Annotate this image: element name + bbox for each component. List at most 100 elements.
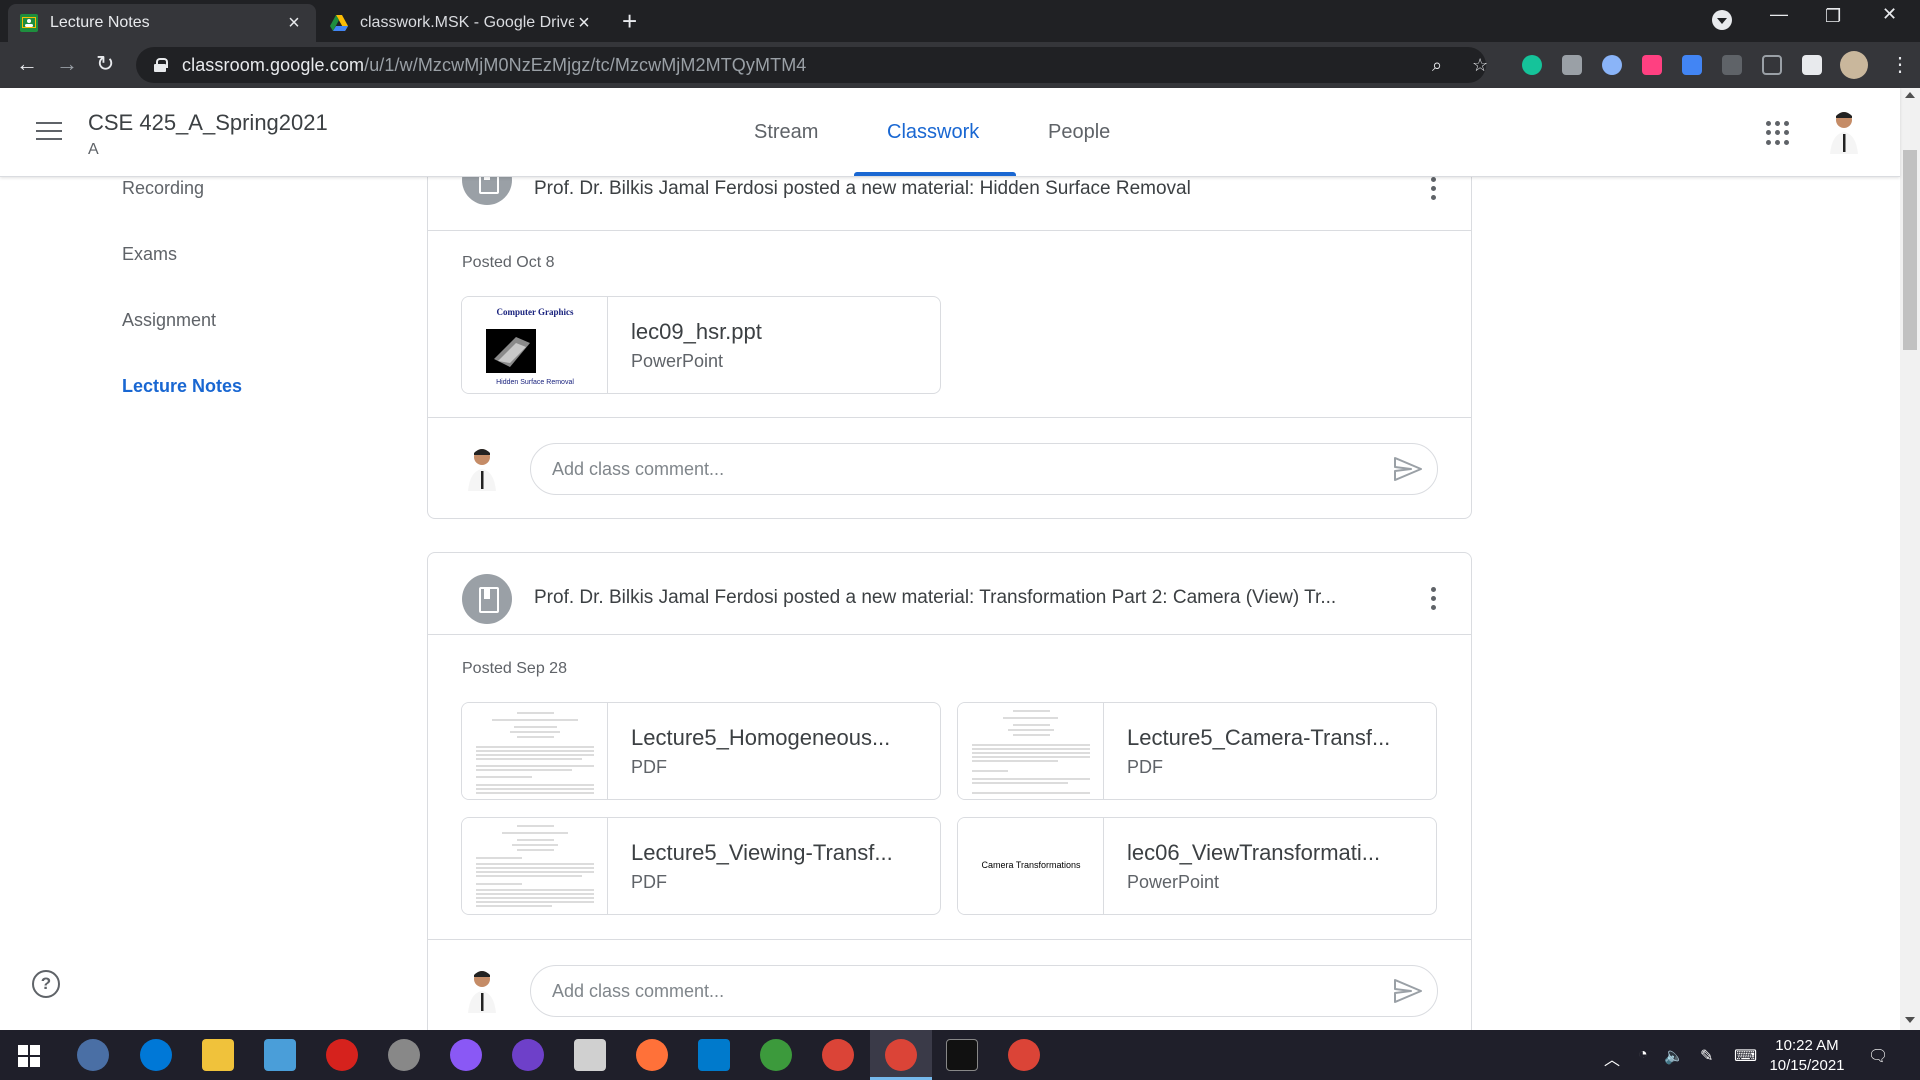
wifi-icon[interactable]: ◔ — [1638, 1046, 1648, 1064]
extension-icon[interactable] — [1602, 55, 1622, 75]
attachment-name: lec06_ViewTransformati... — [1127, 840, 1381, 865]
commenter-avatar — [468, 449, 496, 491]
attachment-card[interactable]: Lecture5_Homogeneous... PDF — [461, 702, 941, 800]
restore-icon[interactable]: ❐ — [1825, 6, 1841, 27]
sidebar-item-recording[interactable]: Recording — [122, 178, 204, 199]
close-tab-icon[interactable]: × — [284, 12, 304, 35]
grammarly-extension-icon[interactable] — [1522, 55, 1542, 75]
taskbar-clock[interactable]: 10:22 AM 10/15/2021 — [1762, 1036, 1852, 1076]
mail-icon[interactable] — [264, 1039, 296, 1071]
post-options-icon[interactable] — [1431, 177, 1437, 204]
url-text: classroom.google.com/u/1/w/MzcwMjM0NzEzM… — [182, 54, 807, 75]
sidebar-item-assignment[interactable]: Assignment — [122, 310, 216, 331]
attachment-name: Lecture5_Camera-Transf... — [1127, 725, 1391, 750]
sidebar-item-lecture-notes[interactable]: Lecture Notes — [122, 376, 242, 397]
attachment-type: PowerPoint — [631, 351, 724, 371]
play-extension-icon[interactable] — [1642, 55, 1662, 75]
app-icon[interactable] — [760, 1039, 792, 1071]
browser-tab-lecture-notes[interactable]: Lecture Notes × — [8, 4, 316, 42]
extension-icon[interactable] — [1722, 55, 1742, 75]
help-icon[interactable]: ? — [32, 970, 60, 998]
post-title[interactable]: Prof. Dr. Bilkis Jamal Ferdosi posted a … — [534, 178, 1434, 200]
account-avatar[interactable] — [1824, 108, 1864, 156]
class-comment-input[interactable] — [530, 443, 1438, 495]
screenshot-extension-icon[interactable] — [1562, 55, 1582, 75]
post-header[interactable]: Prof. Dr. Bilkis Jamal Ferdosi posted a … — [428, 553, 1471, 635]
class-comment-input[interactable] — [530, 965, 1438, 1017]
terminal-icon[interactable] — [946, 1039, 978, 1071]
minimize-icon[interactable]: — — [1770, 4, 1788, 25]
app-icon[interactable] — [574, 1039, 606, 1071]
course-title[interactable]: CSE 425_A_Spring2021 — [88, 110, 328, 136]
puzzle-extensions-icon[interactable] — [1802, 55, 1822, 75]
tab-search-icon[interactable] — [1712, 10, 1732, 30]
main-menu-icon[interactable] — [36, 122, 62, 146]
tab-title: classwork.MSK - Google Drive — [360, 14, 574, 31]
browser-tab-strip: Lecture Notes × classwork.MSK - Google D… — [0, 0, 1920, 42]
send-icon[interactable] — [1393, 456, 1423, 482]
tab-people[interactable]: People — [1048, 121, 1110, 144]
attachment-card[interactable]: Computer Graphics Hidden Surface Removal… — [461, 296, 941, 394]
app-icon[interactable] — [77, 1039, 109, 1071]
volume-icon[interactable]: 🔈 — [1664, 1046, 1684, 1066]
pdf-thumbnail — [462, 703, 608, 799]
close-window-icon[interactable]: ✕ — [1882, 4, 1897, 25]
thumbnail-image — [486, 329, 536, 373]
active-tab-indicator — [854, 172, 1016, 176]
attachment-card[interactable]: Camera Transformations lec06_ViewTransfo… — [957, 817, 1437, 915]
scroll-up-arrow-icon[interactable] — [1905, 92, 1915, 98]
attachment-name: lec09_hsr.ppt — [631, 319, 762, 344]
keyboard-icon[interactable]: ⌨ — [1734, 1046, 1757, 1066]
windows-start-icon[interactable] — [18, 1045, 40, 1067]
close-tab-icon[interactable]: × — [574, 12, 594, 35]
google-apps-icon[interactable] — [1766, 121, 1790, 145]
new-tab-icon[interactable]: + — [622, 6, 637, 37]
page-scrollbar-thumb[interactable] — [1903, 150, 1917, 350]
sidebar-item-exams[interactable]: Exams — [122, 244, 177, 265]
attachment-card[interactable]: Lecture5_Camera-Transf... PDF — [957, 702, 1437, 800]
notifications-icon[interactable]: 🗨 — [1868, 1046, 1888, 1066]
send-icon[interactable] — [1393, 978, 1423, 1004]
browser-tab-google-drive[interactable]: classwork.MSK - Google Drive × — [318, 4, 606, 42]
windows-taskbar: ︿ ◔ 🔈 ✎ ⌨ 10:22 AM 10/15/2021 🗨 — [0, 1030, 1920, 1080]
reload-icon[interactable]: ↻ — [96, 51, 114, 77]
attachment-type: PDF — [1127, 757, 1163, 777]
pen-icon[interactable]: ✎ — [1700, 1046, 1713, 1066]
opera-icon[interactable] — [326, 1039, 358, 1071]
bookmark-star-icon[interactable]: ☆ — [1472, 55, 1488, 76]
snipping-tool-icon[interactable] — [388, 1039, 420, 1071]
pen-extension-icon[interactable] — [1762, 55, 1782, 75]
back-icon[interactable]: ← — [16, 51, 38, 77]
thumbnail-caption: Hidden Surface Removal — [496, 379, 574, 386]
post-title[interactable]: Prof. Dr. Bilkis Jamal Ferdosi posted a … — [534, 587, 1434, 609]
firefox-icon[interactable] — [636, 1039, 668, 1071]
tab-classwork[interactable]: Classwork — [887, 121, 979, 144]
chrome-menu-icon[interactable]: ⋮ — [1890, 52, 1910, 77]
tab-stream[interactable]: Stream — [754, 121, 818, 144]
attachment-card[interactable]: Lecture5_Viewing-Transf... PDF — [461, 817, 941, 915]
messenger-icon[interactable] — [450, 1039, 482, 1071]
attachment-type: PDF — [631, 872, 667, 892]
material-icon — [462, 574, 512, 624]
browser-toolbar: ← → ↻ classroom.google.com/u/1/w/MzcwMjM… — [0, 42, 1920, 88]
show-hidden-icons-icon[interactable]: ︿ — [1604, 1046, 1620, 1070]
forward-icon[interactable]: → — [56, 51, 78, 77]
vscode-icon[interactable] — [698, 1039, 730, 1071]
edge-icon[interactable] — [140, 1039, 172, 1071]
address-bar[interactable]: classroom.google.com/u/1/w/MzcwMjM0NzEzM… — [136, 47, 1488, 83]
file-explorer-icon[interactable] — [202, 1039, 234, 1071]
chrome-canary-icon[interactable] — [1008, 1039, 1040, 1071]
github-icon[interactable] — [512, 1039, 544, 1071]
post-options-icon[interactable] — [1431, 587, 1437, 614]
scroll-down-arrow-icon[interactable] — [1905, 1017, 1915, 1023]
chrome-icon[interactable] — [885, 1039, 917, 1071]
profile-avatar[interactable] — [1840, 51, 1868, 79]
attachment-type: PowerPoint — [1127, 872, 1220, 892]
zoom-icon[interactable]: ⌕ — [1432, 55, 1442, 76]
download-extension-icon[interactable] — [1682, 55, 1702, 75]
divider — [428, 939, 1471, 940]
attachment-name: Lecture5_Homogeneous... — [631, 725, 891, 750]
chrome-icon[interactable] — [822, 1039, 854, 1071]
material-post-card: Prof. Dr. Bilkis Jamal Ferdosi posted a … — [427, 552, 1472, 1052]
classroom-favicon-icon — [20, 14, 38, 32]
